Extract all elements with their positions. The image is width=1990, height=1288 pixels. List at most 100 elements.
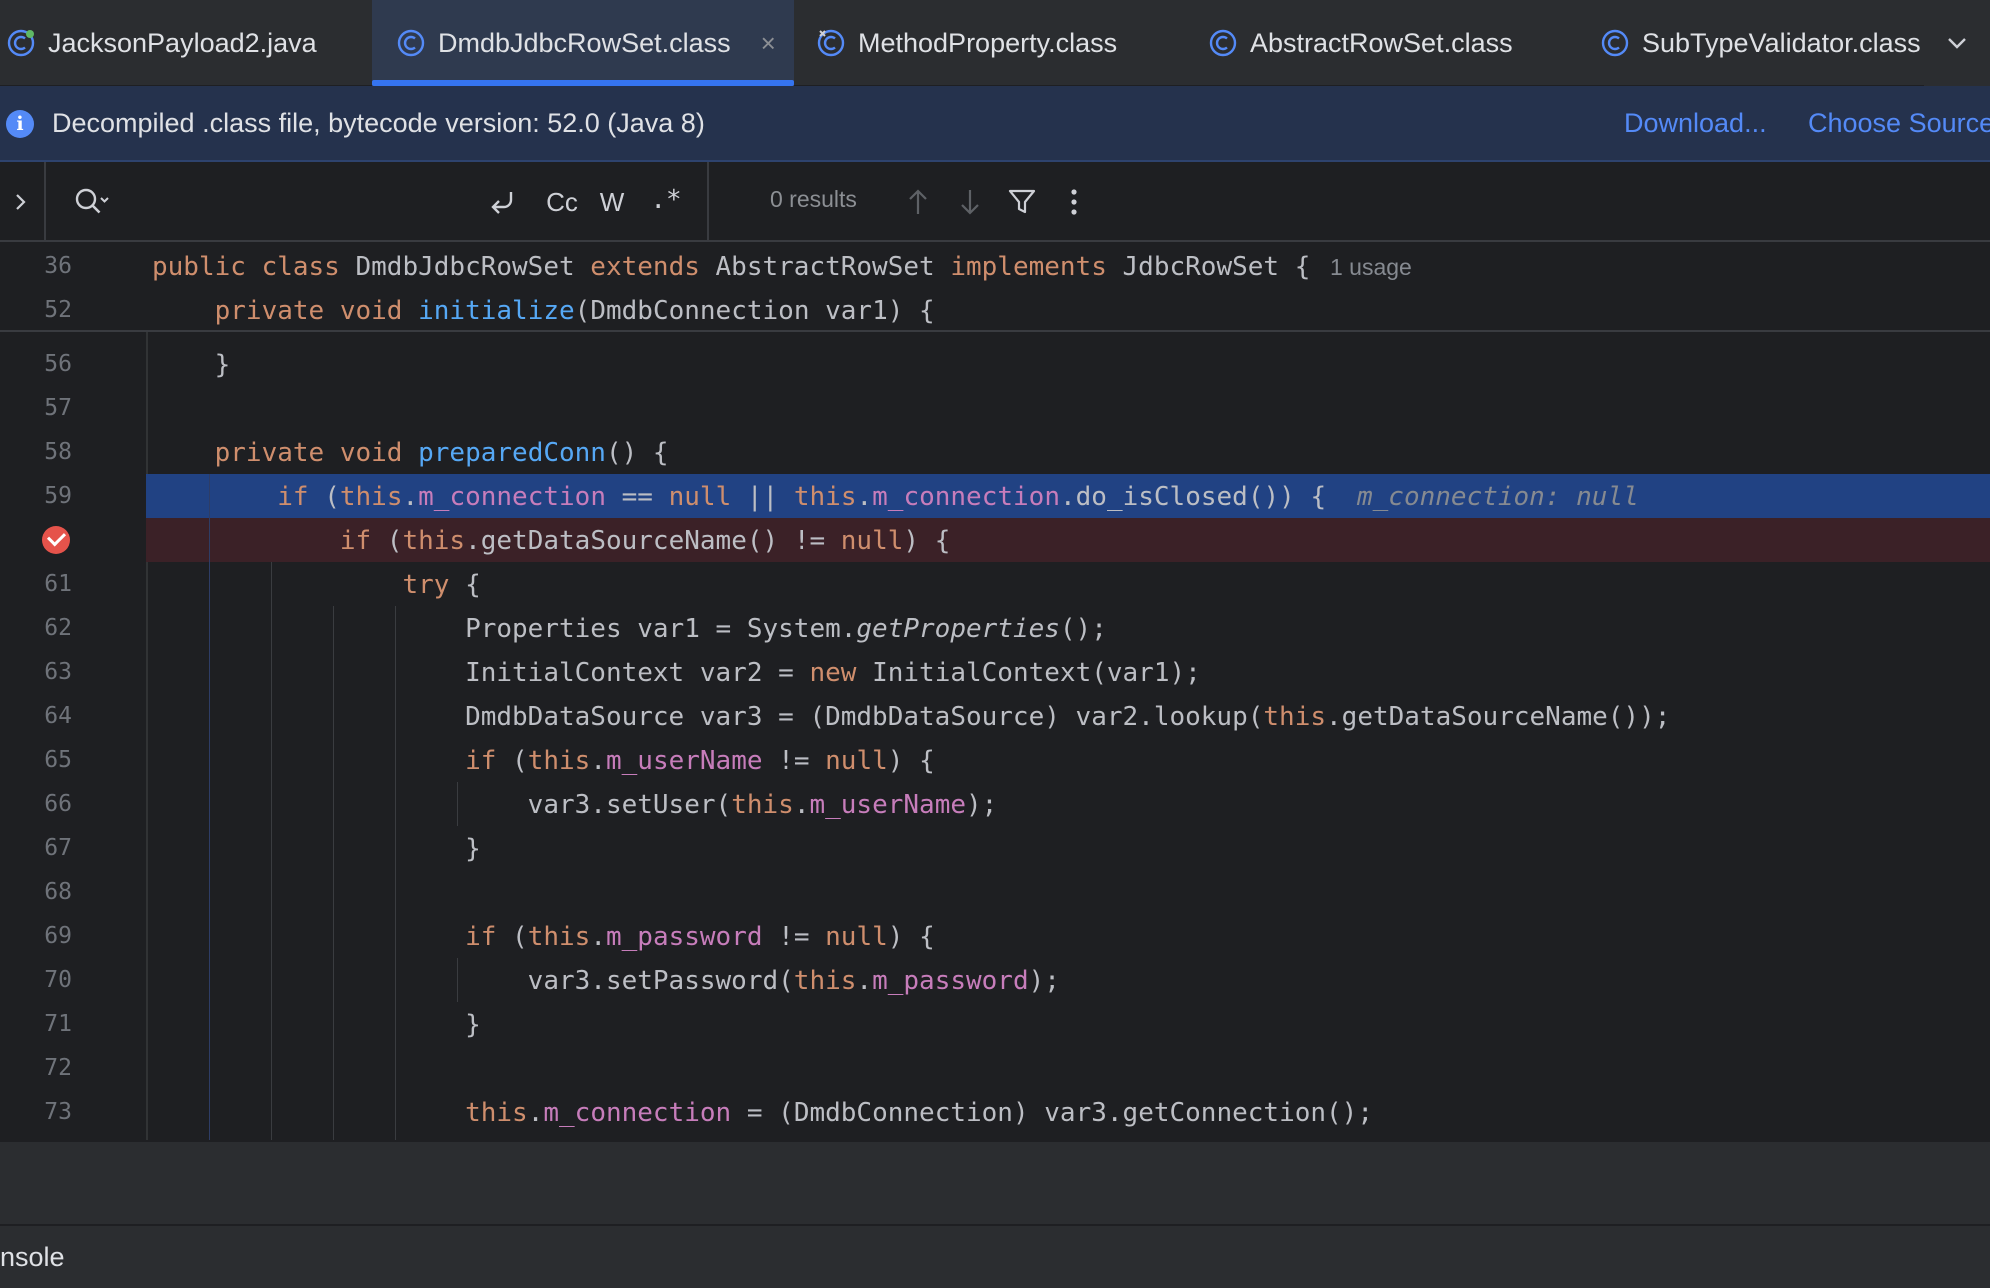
chevron-down-icon xyxy=(1948,38,1966,49)
tab-abstractrowset[interactable]: AbstractRowSet.class xyxy=(1194,0,1584,86)
regex-toggle[interactable]: .* xyxy=(646,180,686,220)
indent-guide xyxy=(333,606,334,1140)
line-number: 52 xyxy=(44,297,72,323)
code-text: DmdbDataSource var3 = (DmdbDataSource) v… xyxy=(152,702,1671,732)
tab-methodproperty[interactable]: MethodProperty.class xyxy=(794,0,1194,86)
console-tab[interactable]: nsole xyxy=(0,1242,65,1273)
arrow-up-icon xyxy=(909,189,927,214)
indent-guide xyxy=(209,474,210,1140)
banner-message: Decompiled .class file, bytecode version… xyxy=(52,108,705,138)
tab-label: SubTypeValidator.class xyxy=(1642,27,1921,58)
code-line: 62 Properties var1 = System.getPropertie… xyxy=(0,606,1990,650)
tab-label: JacksonPayload2.java xyxy=(48,27,317,58)
search-history-button[interactable] xyxy=(72,184,112,220)
download-link[interactable]: Download... xyxy=(1624,108,1767,139)
java-class-icon xyxy=(7,29,35,57)
code-line: 52 private void initialize(DmdbConnectio… xyxy=(0,288,1990,332)
code-line: 71 } xyxy=(0,1002,1990,1046)
code-text: } xyxy=(152,350,231,380)
editor-bottom-area xyxy=(0,1140,1990,1224)
code-line: 70 var3.setPassword(this.m_password); xyxy=(0,958,1990,1002)
more-vertical-icon xyxy=(1071,189,1077,215)
previous-occurrence-button[interactable] xyxy=(900,182,936,222)
tab-dmdbjdbcrowset[interactable]: DmdbJdbcRowSet.class × xyxy=(372,0,794,86)
line-number: 66 xyxy=(44,791,72,817)
code-line: 72 xyxy=(0,1046,1990,1090)
filter-search-results-button[interactable] xyxy=(1004,182,1040,222)
newline-toggle[interactable] xyxy=(484,182,522,222)
line-number: 65 xyxy=(44,747,72,773)
line-number: 58 xyxy=(44,439,72,465)
more-options-button[interactable] xyxy=(1056,182,1092,222)
more-tabs-button[interactable] xyxy=(1924,0,1990,86)
code-text: this.m_connection = (DmdbConnection) var… xyxy=(465,1098,1373,1128)
find-bar-divider xyxy=(707,162,709,242)
usages-hint[interactable]: 1 usage xyxy=(1330,254,1412,281)
chevron-right-icon xyxy=(16,194,26,210)
expand-replace-button[interactable] xyxy=(0,162,46,242)
line-number: 56 xyxy=(44,351,72,377)
code-text: try { xyxy=(402,570,481,600)
line-number: 68 xyxy=(44,879,72,905)
code-text: var3.setPassword(this.m_password); xyxy=(152,966,1060,996)
line-number: 59 xyxy=(44,483,72,509)
close-tab-icon[interactable]: × xyxy=(761,28,776,59)
breakpoint-line: if (this.getDataSourceName() != null) { xyxy=(0,518,1990,562)
indent-guide xyxy=(457,958,458,1002)
code-line: 57 xyxy=(0,386,1990,430)
code-text: var3.setUser(this.m_userName); xyxy=(152,790,998,820)
indent-guide xyxy=(271,562,272,1140)
code-text: } xyxy=(152,1010,481,1040)
newline-icon xyxy=(491,192,513,214)
tab-subtypevalidator[interactable]: SubTypeValidator.class xyxy=(1584,0,1924,86)
filter-icon xyxy=(1008,189,1036,214)
decompiled-banner: i Decompiled .class file, bytecode versi… xyxy=(0,86,1990,162)
execution-point-line: 59 if (this.m_connection == null || this… xyxy=(0,474,1990,518)
breakpoint-icon[interactable] xyxy=(42,526,70,554)
code-text: public class DmdbJdbcRowSet extends Abst… xyxy=(152,252,1311,282)
line-number: 64 xyxy=(44,703,72,729)
editor-tab-bar: JacksonPayload2.java DmdbJdbcRowSet.clas… xyxy=(0,0,1990,86)
next-occurrence-button[interactable] xyxy=(952,182,988,222)
arrow-down-icon xyxy=(961,190,979,215)
search-input[interactable] xyxy=(124,180,464,224)
code-line: 69 if (this.m_password != null) { xyxy=(0,914,1990,958)
code-line: 67 } xyxy=(0,826,1990,870)
code-line: 68 xyxy=(0,870,1990,914)
code-line: 61 try { xyxy=(0,562,1990,606)
class-icon xyxy=(817,29,845,57)
line-number: 70 xyxy=(44,967,72,993)
match-case-toggle[interactable]: Cc xyxy=(540,182,584,222)
code-text: private void initialize(DmdbConnection v… xyxy=(214,296,935,326)
find-bar: Cc W .* 0 results xyxy=(0,162,1990,242)
tab-label: MethodProperty.class xyxy=(858,27,1118,58)
line-number: 62 xyxy=(44,615,72,641)
info-icon: i xyxy=(6,110,34,138)
code-text: Properties var1 = System.getProperties()… xyxy=(152,614,1107,644)
line-number: 63 xyxy=(44,659,72,685)
code-text: if (this.m_userName != null) { xyxy=(465,746,935,776)
code-line: 65 if (this.m_userName != null) { xyxy=(0,738,1990,782)
choose-source-link[interactable]: Choose Source xyxy=(1808,108,1990,139)
tab-jacksonpayload2[interactable]: JacksonPayload2.java xyxy=(0,0,372,86)
class-icon xyxy=(397,29,425,57)
code-line: 58 private void preparedConn() { xyxy=(0,430,1990,474)
line-number: 57 xyxy=(44,395,72,421)
class-icon xyxy=(1209,29,1237,57)
line-number: 73 xyxy=(44,1099,72,1125)
whole-words-toggle[interactable]: W xyxy=(594,182,630,222)
code-line: 64 DmdbDataSource var3 = (DmdbDataSource… xyxy=(0,694,1990,738)
line-number: 36 xyxy=(44,253,72,279)
code-text: InitialContext var2 = new InitialContext… xyxy=(152,658,1201,688)
line-number: 67 xyxy=(44,835,72,861)
line-number: 61 xyxy=(44,571,72,597)
code-line: 66 var3.setUser(this.m_userName); xyxy=(0,782,1990,826)
console-tool-window-header: nsole xyxy=(0,1224,1990,1288)
tab-label: DmdbJdbcRowSet.class xyxy=(438,27,731,58)
code-text: if (this.getDataSourceName() != null) { xyxy=(339,526,951,556)
code-editor[interactable]: 36 public class DmdbJdbcRowSet extends A… xyxy=(0,244,1990,1140)
tab-label: AbstractRowSet.class xyxy=(1250,27,1513,58)
search-icon xyxy=(75,188,109,214)
indent-guide xyxy=(395,606,396,1140)
code-text: if (this.m_connection == null || this.m_… xyxy=(277,482,1327,512)
